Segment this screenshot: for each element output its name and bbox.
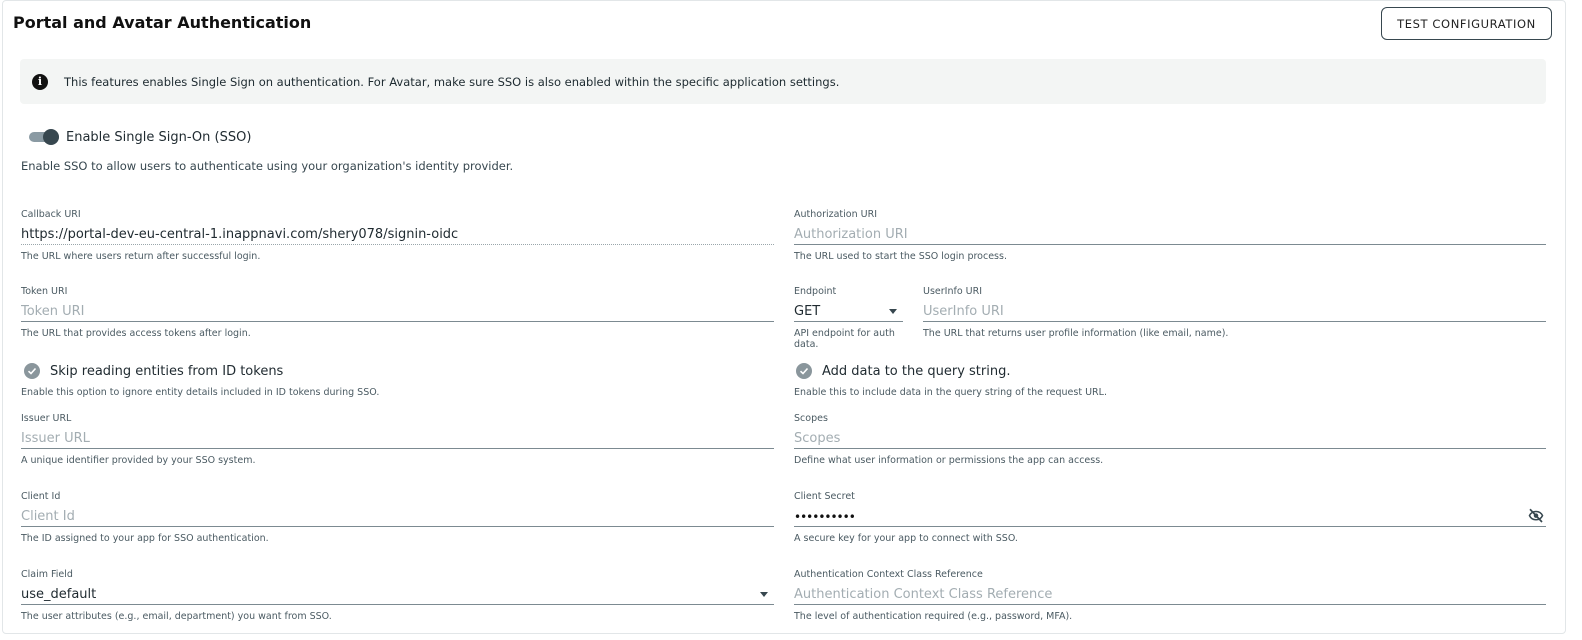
claim-field-select[interactable]: use_default [21,585,774,605]
callback-uri-field: Callback URI https://portal-dev-eu-centr… [21,208,774,262]
scopes-label: Scopes [794,413,828,424]
check-icon [24,363,40,379]
test-configuration-button[interactable]: TEST CONFIGURATION [1381,7,1552,40]
sso-description: Enable SSO to allow users to authenticat… [21,159,514,173]
issuer-url-field: Issuer URL Issuer URL A unique identifie… [21,412,774,466]
scopes-input[interactable]: Scopes [794,429,1546,449]
sso-toggle-label: Enable Single Sign-On (SSO) [66,130,252,145]
acr-help: The level of authentication required (e.… [794,611,1073,622]
visibility-off-icon[interactable] [1526,507,1546,525]
client-secret-label: Client Secret [794,491,855,502]
client-id-input[interactable]: Client Id [21,507,774,527]
endpoint-value: GET [794,304,821,319]
query-string-label: Add data to the query string. [822,363,1011,379]
issuer-url-label: Issuer URL [21,413,72,424]
callback-uri-help: The URL where users return after success… [21,251,261,262]
claim-field-value: use_default [21,587,97,602]
token-uri-label: Token URI [21,286,68,297]
scopes-help: Define what user information or permissi… [794,455,1104,466]
client-secret-value: •••••••••• [794,510,856,524]
callback-uri-input[interactable]: https://portal-dev-eu-central-1.inappnav… [21,225,774,245]
userinfo-uri-input[interactable]: UserInfo URI [923,302,1546,322]
endpoint-help: API endpoint for auth data. [794,328,895,350]
page-title: Portal and Avatar Authentication [13,13,312,32]
info-banner: i This features enables Single Sign on a… [20,59,1546,104]
callback-uri-label: Callback URI [21,209,81,220]
token-uri-field: Token URI Token URI The URL that provide… [21,285,774,339]
info-text: This features enables Single Sign on aut… [64,74,840,89]
client-id-label: Client Id [21,491,61,502]
scopes-field: Scopes Scopes Define what user informati… [794,412,1546,466]
skip-id-tokens-description: Enable this option to ignore entity deta… [21,387,380,398]
client-id-help: The ID assigned to your app for SSO auth… [21,533,269,544]
acr-field: Authentication Context Class Reference A… [794,568,1546,622]
claim-field-help: The user attributes (e.g., email, depart… [21,611,332,622]
userinfo-uri-label: UserInfo URI [923,286,983,297]
skip-id-tokens-checkbox[interactable]: Skip reading entities from ID tokens [24,363,283,379]
endpoint-label: Endpoint [794,286,837,297]
acr-label: Authentication Context Class Reference [794,569,983,580]
token-uri-help: The URL that provides access tokens afte… [21,328,251,339]
sso-toggle[interactable] [29,129,59,145]
endpoint-select[interactable]: GET [794,302,903,322]
userinfo-uri-field: UserInfo URI UserInfo URI The URL that r… [923,285,1546,339]
chevron-down-icon [889,309,897,314]
claim-field-label: Claim Field [21,569,73,580]
toggle-thumb [43,129,59,145]
skip-id-tokens-label: Skip reading entities from ID tokens [50,363,284,379]
claim-field-field: Claim Field use_default The user attribu… [21,568,774,622]
authorization-uri-label: Authorization URI [794,209,878,220]
client-secret-input[interactable]: •••••••••• [794,507,1546,527]
endpoint-field: Endpoint GET API endpoint for auth data. [794,285,903,350]
client-id-field: Client Id Client Id The ID assigned to y… [21,490,774,544]
acr-input[interactable]: Authentication Context Class Reference [794,585,1546,605]
authorization-uri-help: The URL used to start the SSO login proc… [794,251,1007,262]
query-string-description: Enable this to include data in the query… [794,387,1107,398]
client-secret-field: Client Secret •••••••••• A secure key fo… [794,490,1546,544]
check-icon [796,363,812,379]
issuer-url-input[interactable]: Issuer URL [21,429,774,449]
client-secret-help: A secure key for your app to connect wit… [794,533,1018,544]
authorization-uri-input[interactable]: Authorization URI [794,225,1546,245]
info-icon: i [32,73,48,90]
token-uri-input[interactable]: Token URI [21,302,774,322]
query-string-checkbox[interactable]: Add data to the query string. [796,363,1010,379]
issuer-url-help: A unique identifier provided by your SSO… [21,455,256,466]
userinfo-uri-help: The URL that returns user profile inform… [923,328,1229,339]
chevron-down-icon [760,592,768,597]
authorization-uri-field: Authorization URI Authorization URI The … [794,208,1546,262]
